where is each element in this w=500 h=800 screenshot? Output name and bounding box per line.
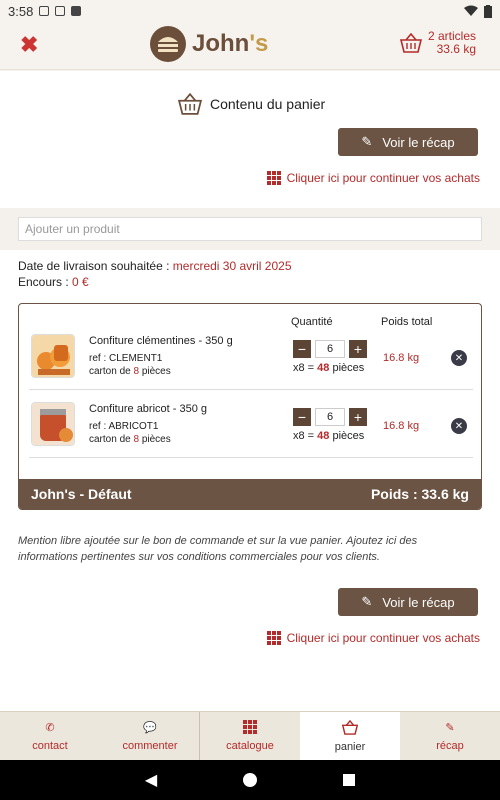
edit-icon: ✎	[361, 594, 373, 609]
a-icon	[39, 6, 50, 16]
battery-icon	[484, 4, 492, 18]
brand-name: John's	[192, 30, 269, 57]
close-icon[interactable]: ✖	[20, 32, 38, 58]
app-bar: ✖ John's 2 articles 33.6 kg	[0, 22, 500, 70]
basket-icon	[178, 93, 202, 115]
grid-icon	[243, 720, 257, 734]
cart-weight: 33.6 kg	[436, 42, 476, 56]
quantity-stepper: − 6 +	[293, 408, 367, 426]
section-title-text: Contenu du panier	[210, 96, 326, 112]
burger-logo-icon	[150, 26, 186, 62]
nav-recap[interactable]: ✎ récap	[400, 712, 500, 760]
status-time: 3:58	[8, 3, 34, 19]
back-icon[interactable]: ◀	[145, 770, 157, 790]
product-ref: ref : CLEMENT1 carton de 8 pièces	[89, 353, 171, 377]
continue-shopping-link-bottom[interactable]: Cliquer ici pour continuer vos achats	[266, 631, 480, 645]
product-name: Confiture clémentines - 350 g	[89, 335, 233, 347]
remove-item-icon[interactable]: ✕	[451, 418, 467, 434]
free-text-note: Mention libre ajoutée sur le bon de comm…	[18, 535, 418, 563]
table-row: Confiture abricot - 350 g ref : ABRICOT1…	[29, 398, 473, 458]
increment-button[interactable]: +	[349, 340, 367, 358]
nav-commenter[interactable]: 💬 commenter	[100, 712, 200, 760]
product-image	[31, 402, 75, 446]
quantity-input[interactable]: 6	[315, 408, 345, 426]
total-weight: Poids : 33.6 kg	[370, 486, 469, 502]
bottom-nav: ✆ contact 💬 commenter catalogue panier ✎…	[0, 711, 500, 760]
recap-button-top[interactable]: ✎ Voir le récap	[338, 128, 478, 156]
product-image	[31, 334, 75, 378]
line-weight: 16.8 kg	[383, 352, 420, 364]
client-label: John's - Défaut	[31, 486, 132, 502]
remove-item-icon[interactable]: ✕	[451, 350, 467, 366]
cart-table: Quantité Poids total Confiture clémentin…	[18, 303, 482, 510]
edit-icon: ✎	[361, 134, 373, 149]
nav-panier[interactable]: panier	[300, 712, 400, 760]
wifi-icon	[464, 5, 478, 16]
increment-button[interactable]: +	[349, 408, 367, 426]
product-name: Confiture abricot - 350 g	[89, 403, 208, 415]
product-ref: ref : ABRICOT1 carton de 8 pièces	[89, 421, 171, 445]
qty-header: Quantité	[291, 316, 333, 328]
home-icon[interactable]	[243, 773, 258, 787]
edit-icon: ✎	[445, 721, 455, 734]
table-row: Confiture clémentines - 350 g ref : CLEM…	[29, 330, 473, 390]
weight-header: Poids total	[381, 316, 433, 328]
nav-contact[interactable]: ✆ contact	[0, 712, 100, 760]
decrement-button[interactable]: −	[293, 340, 311, 358]
pieces-total: x8 = 48 pièces	[293, 430, 365, 442]
system-nav-bar: ◀	[0, 760, 500, 800]
save-icon	[71, 6, 82, 16]
s-icon	[55, 6, 66, 16]
nav-catalogue[interactable]: catalogue	[200, 712, 300, 760]
recents-icon[interactable]	[343, 774, 356, 786]
cart-summary[interactable]: 2 articles 33.6 kg	[399, 30, 476, 56]
continue-shopping-link-top[interactable]: Cliquer ici pour continuer vos achats	[266, 171, 480, 185]
comment-icon: 💬	[143, 721, 157, 734]
grid-icon	[266, 171, 281, 185]
search-band: Ajouter un produit	[0, 208, 500, 250]
recap-button-bottom[interactable]: ✎ Voir le récap	[338, 588, 478, 616]
phone-icon: ✆	[45, 721, 55, 734]
pieces-total: x8 = 48 pièces	[293, 362, 365, 374]
decrement-button[interactable]: −	[293, 408, 311, 426]
brand-logo: John's	[150, 26, 268, 62]
basket-icon	[399, 33, 422, 53]
delivery-date: Date de livraison souhaitée : mercredi 3…	[18, 259, 292, 273]
section-title: Contenu du panier	[178, 93, 325, 115]
status-bar: 3:58	[0, 0, 500, 22]
basket-icon	[342, 719, 358, 735]
add-product-input[interactable]: Ajouter un produit	[18, 217, 482, 241]
quantity-input[interactable]: 6	[315, 340, 345, 358]
delivery-date-value[interactable]: mercredi 30 avril 2025	[173, 259, 292, 273]
cart-footer: John's - Défaut Poids : 33.6 kg	[19, 479, 481, 509]
cart-content: Contenu du panier ✎ Voir le récap Clique…	[0, 71, 500, 711]
encours: Encours : 0 €	[18, 275, 89, 289]
quantity-stepper: − 6 +	[293, 340, 367, 358]
grid-icon	[266, 631, 281, 645]
line-weight: 16.8 kg	[383, 420, 420, 432]
